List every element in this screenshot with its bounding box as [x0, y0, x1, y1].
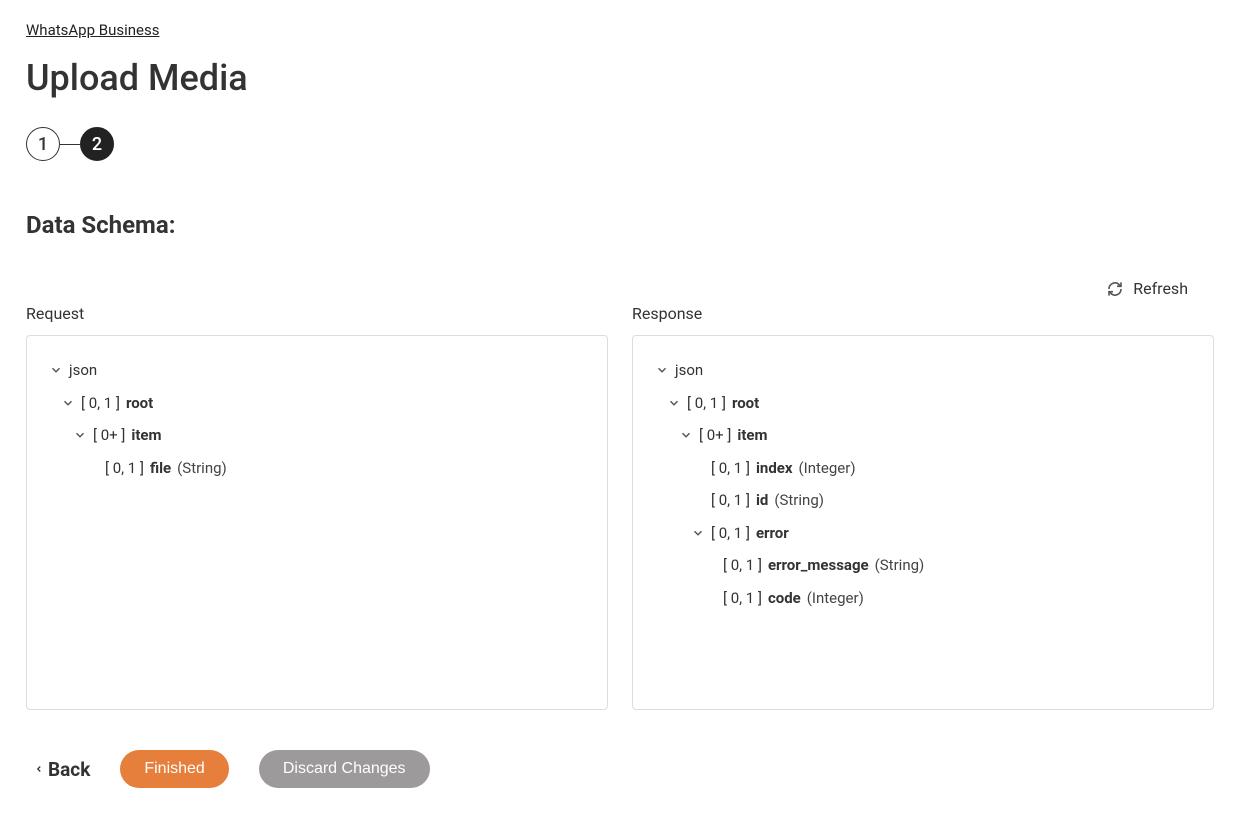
chevron-down-icon: [691, 526, 705, 540]
tree-node-type: (Integer): [807, 587, 864, 610]
tree-node-index[interactable]: [ 0, 1 ] index (Integer): [645, 452, 1201, 485]
request-column: Request json [ 0, 1 ] root [ 0+ ] item […: [26, 304, 608, 710]
tree-node-name: root: [126, 392, 153, 415]
chevron-down-icon: [667, 396, 681, 410]
chevron-down-icon: [679, 428, 693, 442]
tree-node-error-message[interactable]: [ 0, 1 ] error_message (String): [645, 549, 1201, 582]
tree-node-cardinality: [ 0, 1 ]: [711, 489, 750, 512]
refresh-button[interactable]: Refresh: [1107, 279, 1188, 298]
stepper: 1 2: [26, 127, 1214, 161]
tree-node-name: id: [756, 489, 768, 512]
tree-node-name: index: [756, 457, 793, 480]
tree-node-type: (Integer): [799, 457, 856, 480]
tree-node-name: root: [732, 392, 759, 415]
tree-node-item[interactable]: [ 0+ ] item: [39, 419, 595, 452]
tree-node-item[interactable]: [ 0+ ] item: [645, 419, 1201, 452]
tree-node-code[interactable]: [ 0, 1 ] code (Integer): [645, 582, 1201, 615]
step-connector: [60, 144, 80, 145]
tree-node-name: code: [768, 587, 801, 610]
chevron-down-icon: [61, 396, 75, 410]
tree-node-cardinality: [ 0+ ]: [699, 424, 731, 447]
page-title: Upload Media: [26, 57, 1214, 99]
tree-node-type: (String): [774, 489, 824, 512]
back-label: Back: [48, 758, 90, 781]
request-column-label: Request: [26, 304, 608, 323]
tree-node-type: (String): [177, 457, 227, 480]
tree-node-type: (String): [875, 554, 925, 577]
tree-node-cardinality: [ 0, 1 ]: [105, 457, 144, 480]
tree-node-label: json: [69, 359, 97, 382]
tree-node-cardinality: [ 0, 1 ]: [711, 457, 750, 480]
tree-node-name: item: [131, 424, 161, 447]
tree-node-root[interactable]: [ 0, 1 ] root: [39, 387, 595, 420]
response-column: Response json [ 0, 1 ] root [ 0+ ] item …: [632, 304, 1214, 710]
tree-node-json[interactable]: json: [645, 354, 1201, 387]
refresh-icon: [1107, 281, 1123, 297]
request-schema-box: json [ 0, 1 ] root [ 0+ ] item [ 0, 1 ] …: [26, 335, 608, 710]
tree-node-cardinality: [ 0+ ]: [93, 424, 125, 447]
response-column-label: Response: [632, 304, 1214, 323]
chevron-down-icon: [73, 428, 87, 442]
tree-node-root[interactable]: [ 0, 1 ] root: [645, 387, 1201, 420]
tree-node-cardinality: [ 0, 1 ]: [711, 522, 750, 545]
section-title: Data Schema:: [26, 211, 1214, 239]
step-1[interactable]: 1: [26, 127, 60, 161]
tree-node-cardinality: [ 0, 1 ]: [723, 587, 762, 610]
tree-node-label: json: [675, 359, 703, 382]
tree-node-name: file: [150, 457, 171, 480]
tree-node-id[interactable]: [ 0, 1 ] id (String): [645, 484, 1201, 517]
tree-node-cardinality: [ 0, 1 ]: [723, 554, 762, 577]
tree-node-cardinality: [ 0, 1 ]: [81, 392, 120, 415]
tree-node-cardinality: [ 0, 1 ]: [687, 392, 726, 415]
finished-button[interactable]: Finished: [120, 750, 228, 788]
breadcrumb-link[interactable]: WhatsApp Business: [26, 21, 159, 39]
back-button[interactable]: Back: [34, 758, 90, 781]
tree-node-name: error_message: [768, 554, 869, 577]
discard-changes-button[interactable]: Discard Changes: [259, 750, 430, 788]
refresh-label: Refresh: [1133, 279, 1188, 298]
chevron-down-icon: [49, 363, 63, 377]
tree-node-json[interactable]: json: [39, 354, 595, 387]
chevron-left-icon: [34, 762, 44, 776]
tree-node-file[interactable]: [ 0, 1 ] file (String): [39, 452, 595, 485]
step-2[interactable]: 2: [80, 127, 114, 161]
tree-node-name: error: [756, 522, 789, 545]
chevron-down-icon: [655, 363, 669, 377]
response-schema-box: json [ 0, 1 ] root [ 0+ ] item [ 0, 1 ] …: [632, 335, 1214, 710]
tree-node-name: item: [737, 424, 767, 447]
tree-node-error[interactable]: [ 0, 1 ] error: [645, 517, 1201, 550]
